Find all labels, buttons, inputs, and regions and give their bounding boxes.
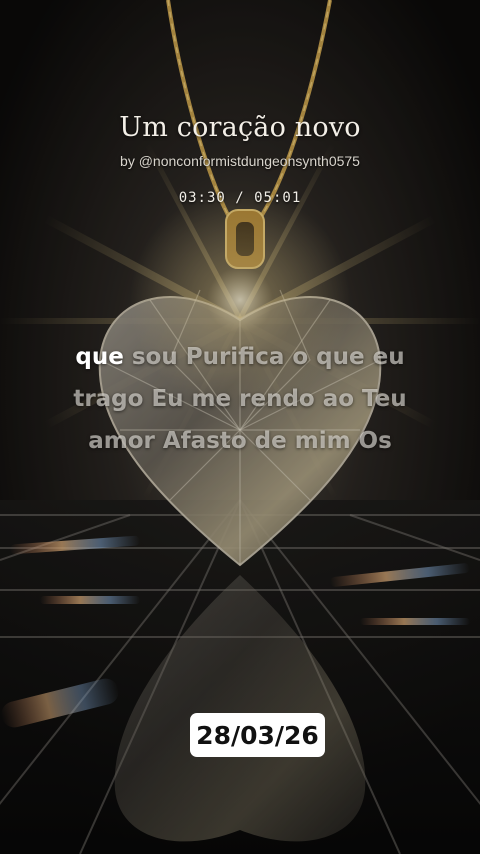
playback-time: 03:30 / 05:01 xyxy=(178,190,302,206)
lyrics-active-word: que xyxy=(75,344,124,370)
lyrics-text: que sou Purifica o que eu trago Eu me re… xyxy=(40,336,440,462)
song-title: Um coração novo xyxy=(119,112,361,143)
date-badge: 28/03/26 xyxy=(190,713,325,757)
video-frame[interactable]: Um coração novo by @nonconformistdungeon… xyxy=(0,0,480,854)
song-artist: by @nonconformistdungeonsynth0575 xyxy=(120,153,360,169)
lyrics-upcoming: sou Purifica o que eu trago Eu me rendo … xyxy=(73,344,407,454)
